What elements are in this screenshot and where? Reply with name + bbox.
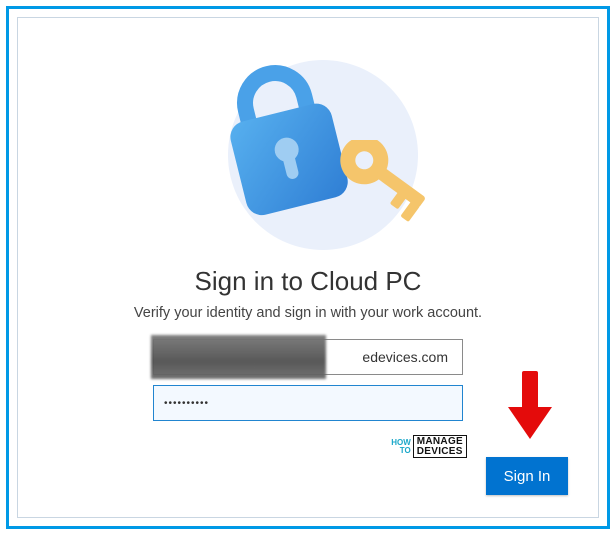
password-field-wrap [153, 385, 463, 421]
password-input[interactable] [153, 385, 463, 421]
username-field-wrap: /* value set after data parse below */ [153, 339, 463, 375]
signin-dialog: Sign in to Cloud PC Verify your identity… [17, 17, 599, 518]
key-icon [326, 140, 436, 240]
watermark-devices: DEVICES [417, 447, 463, 457]
watermark-to: TO [400, 447, 411, 455]
username-redaction-overlay [151, 335, 326, 379]
hero-illustration [198, 50, 418, 250]
page-subtitle: Verify your identity and sign in with yo… [134, 305, 482, 321]
sign-in-button[interactable]: Sign In [486, 457, 568, 495]
signin-form: /* value set after data parse below */ H… [153, 339, 463, 458]
page-title: Sign in to Cloud PC [195, 266, 422, 297]
outer-highlight-frame: Sign in to Cloud PC Verify your identity… [6, 6, 610, 529]
annotation-arrow-icon [500, 367, 560, 445]
watermark-logo: HOW TO MANAGE DEVICES [391, 435, 467, 458]
